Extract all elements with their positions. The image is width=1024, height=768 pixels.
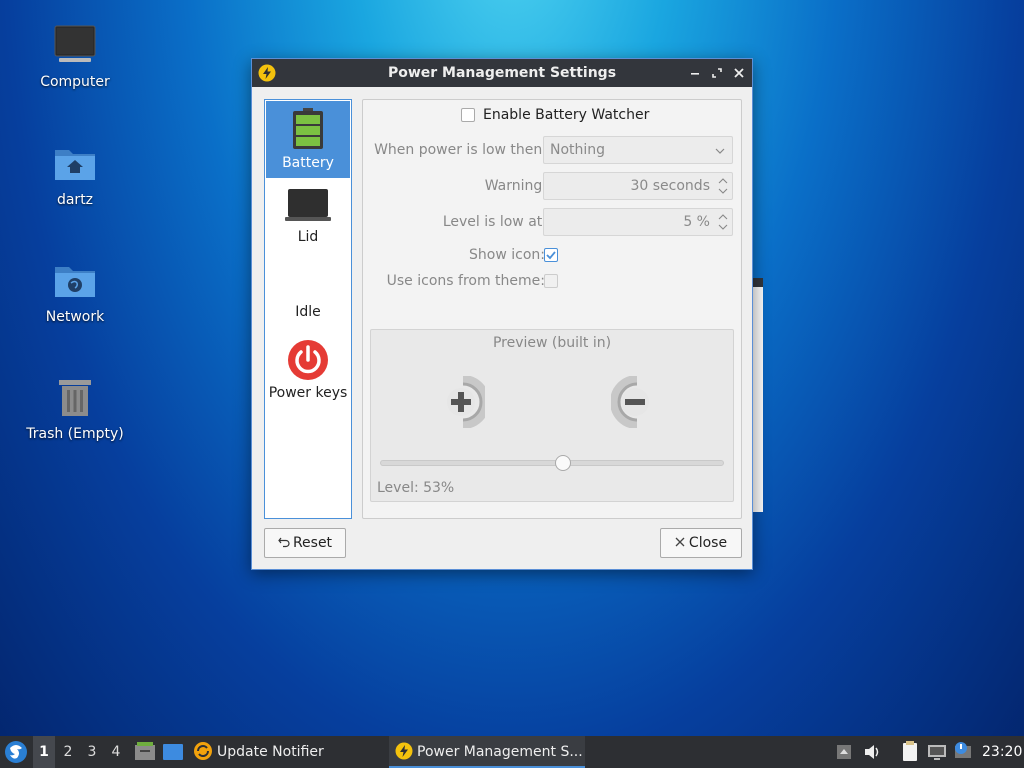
laptop-lid-icon xyxy=(285,189,331,221)
settings-sidebar: Battery Lid Idle Power keys xyxy=(264,99,352,519)
desktop-icon-label: Trash (Empty) xyxy=(26,426,124,442)
undo-icon xyxy=(278,537,290,548)
task-label: Update Notifier xyxy=(217,744,324,760)
preview-level-text: Level: 53% xyxy=(377,480,455,496)
show-desktop-icon[interactable] xyxy=(162,736,184,768)
task-power-management[interactable]: Power Management S... xyxy=(389,736,585,768)
battery-icon xyxy=(293,108,323,149)
when-low-value: Nothing xyxy=(550,142,606,158)
level-low-label: Level is low at: xyxy=(442,214,547,230)
battery-settings-panel: Enable Battery Watcher When power is low… xyxy=(362,99,742,519)
window-titlebar[interactable]: Power Management Settings xyxy=(252,59,752,87)
battery-discharging-icon xyxy=(611,376,649,428)
power-manager-icon xyxy=(395,742,413,760)
sidebar-item-battery[interactable]: Battery xyxy=(266,101,350,178)
sidebar-item-label: Battery xyxy=(282,155,334,171)
computer-icon xyxy=(54,25,96,62)
workspace-4[interactable]: 4 xyxy=(105,736,127,768)
sidebar-item-idle[interactable]: Idle xyxy=(265,258,351,337)
reset-label: Reset xyxy=(292,535,333,551)
desktop-icon-label: Network xyxy=(45,309,105,325)
update-notifier-icon xyxy=(194,742,212,760)
power-button-icon xyxy=(288,340,328,380)
preview-title: Preview (built in) xyxy=(492,335,612,351)
network-tray-icon[interactable] xyxy=(926,736,948,768)
start-menu-icon[interactable] xyxy=(0,736,32,768)
checkmark-icon xyxy=(546,251,556,260)
reset-button[interactable]: Reset xyxy=(264,528,346,558)
clock[interactable]: 23:20 xyxy=(982,736,1022,768)
task-label: Power Management S... xyxy=(417,744,583,760)
show-icon-label: Show icon: xyxy=(469,247,545,263)
preview-frame: Preview (built in) Level: 53% xyxy=(370,329,734,502)
home-folder-icon xyxy=(55,150,95,180)
sidebar-item-label: Lid xyxy=(297,229,319,245)
close-x-icon xyxy=(675,537,685,547)
slider-handle[interactable] xyxy=(554,455,571,471)
workspace-3[interactable]: 3 xyxy=(81,736,103,768)
taskbar: 1 2 3 4 Update Notifier Power Management… xyxy=(0,736,1024,768)
warning-value: 30 seconds xyxy=(630,178,711,194)
close-icon[interactable] xyxy=(732,66,746,80)
minimize-icon[interactable] xyxy=(688,66,702,80)
workspace-1[interactable]: 1 xyxy=(33,736,55,768)
theme-icons-label: Use icons from theme: xyxy=(386,273,545,289)
network-folder-icon xyxy=(55,267,95,297)
maximize-icon[interactable] xyxy=(710,66,724,80)
file-manager-icon[interactable] xyxy=(134,736,156,768)
when-low-label: When power is low then: xyxy=(374,142,547,158)
battery-charging-icon xyxy=(447,376,485,428)
desktop-icon-label: Computer xyxy=(40,74,110,90)
window-title: Power Management Settings xyxy=(387,65,617,81)
task-update-notifier[interactable]: Update Notifier xyxy=(193,736,383,768)
power-management-window: Power Management Settings Battery Lid Id… xyxy=(251,58,753,570)
desktop-icon-network[interactable]: Network xyxy=(15,257,135,325)
close-button[interactable]: Close xyxy=(660,528,742,558)
level-low-spinbox[interactable]: 5 % xyxy=(543,208,733,236)
show-icon-checkbox[interactable] xyxy=(544,248,558,262)
preview-level-slider[interactable] xyxy=(380,455,724,471)
enable-battery-watcher-checkbox[interactable] xyxy=(461,108,475,122)
tray-expand-icon[interactable] xyxy=(836,736,852,768)
sidebar-item-power-keys[interactable]: Power keys xyxy=(265,337,351,416)
when-low-dropdown[interactable]: Nothing xyxy=(543,136,733,164)
trash-icon xyxy=(59,380,91,416)
spin-arrows-icon[interactable] xyxy=(718,175,728,197)
sidebar-item-label: Idle xyxy=(295,304,321,320)
desktop-icon-home[interactable]: dartz xyxy=(15,140,135,208)
enable-battery-watcher-label: Enable Battery Watcher xyxy=(483,107,650,123)
power-manager-icon xyxy=(258,64,276,82)
warning-label: Warning: xyxy=(484,178,547,194)
background-window-edge xyxy=(753,278,763,512)
desktop-icon-label: dartz xyxy=(56,192,94,208)
sidebar-item-label: Power keys xyxy=(268,385,348,401)
volume-icon[interactable] xyxy=(862,736,882,768)
warning-spinbox[interactable]: 30 seconds xyxy=(543,172,733,200)
sidebar-item-lid[interactable]: Lid xyxy=(265,179,351,258)
workspace-2[interactable]: 2 xyxy=(57,736,79,768)
update-tray-icon[interactable] xyxy=(953,736,973,768)
chevron-down-icon xyxy=(715,148,725,154)
theme-icons-checkbox[interactable] xyxy=(544,274,558,288)
spin-arrows-icon[interactable] xyxy=(718,211,728,233)
desktop-icon-computer[interactable]: Computer xyxy=(15,22,135,90)
desktop-icon-trash[interactable]: Trash (Empty) xyxy=(15,374,135,442)
clipboard-icon[interactable] xyxy=(900,736,920,768)
close-label: Close xyxy=(688,535,728,551)
level-low-value: 5 % xyxy=(683,214,710,230)
